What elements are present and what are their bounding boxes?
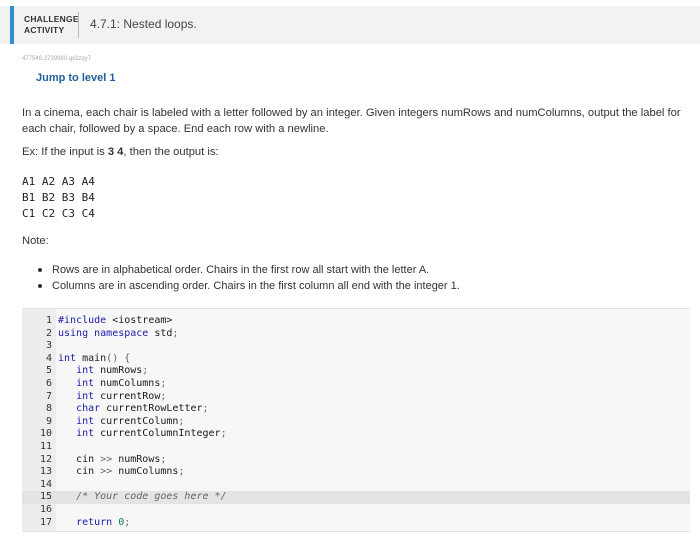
line-number: 13 bbox=[39, 466, 52, 478]
example-text: Ex: If the input is 3 4, then the output… bbox=[22, 146, 219, 158]
challenge-activity-label: CHALLENGE ACTIVITY bbox=[24, 14, 79, 36]
output-line: B1 B2 B3 B4 bbox=[22, 191, 95, 204]
code-line[interactable]: 16 bbox=[22, 504, 690, 517]
challenge-label-line2: ACTIVITY bbox=[24, 25, 65, 35]
code-line[interactable]: 11 bbox=[22, 441, 690, 454]
line-number: 4 bbox=[45, 352, 52, 364]
line-number: 14 bbox=[39, 478, 52, 490]
code-line[interactable]: 5 int numRows; bbox=[22, 365, 690, 378]
code-line[interactable]: 1 #include <iostream> bbox=[22, 315, 690, 328]
code-text: /* Your code goes here */ bbox=[76, 491, 227, 503]
code-line[interactable]: 8 char currentRowLetter; bbox=[22, 403, 690, 416]
line-number: 15 bbox=[22, 491, 52, 504]
code-text: int numRows; bbox=[76, 365, 149, 377]
example-suffix: , then the output is: bbox=[123, 146, 219, 158]
line-number: 3 bbox=[45, 340, 52, 352]
code-text: int currentColumn; bbox=[76, 415, 185, 427]
note-label: Note: bbox=[22, 235, 49, 247]
line-number: 8 bbox=[45, 403, 52, 415]
problem-description: In a cinema, each chair is labeled with … bbox=[22, 107, 681, 135]
code-line[interactable]: 4 int main() { bbox=[22, 353, 690, 366]
code-text: int currentRow; bbox=[76, 390, 167, 402]
code-text: int main() { bbox=[58, 352, 131, 364]
code-line[interactable]: 3 bbox=[22, 340, 690, 353]
code-line[interactable]: 7 int currentRow; bbox=[22, 391, 690, 404]
line-number: 5 bbox=[45, 365, 52, 377]
jump-to-level-link[interactable]: Jump to level 1 bbox=[36, 72, 115, 84]
code-text: int numColumns; bbox=[76, 377, 167, 389]
line-number: 10 bbox=[39, 428, 52, 440]
code-line[interactable]: 13 cin >> numColumns; bbox=[22, 466, 690, 479]
activity-id: 477546.2739980.qx3zqy7 bbox=[22, 56, 92, 62]
activity-title: 4.7.1: Nested loops. bbox=[90, 17, 197, 31]
code-line[interactable]: 9 int currentColumn; bbox=[22, 416, 690, 429]
output-line: A1 A2 A3 A4 bbox=[22, 175, 95, 188]
example-input: 3 4 bbox=[107, 146, 124, 158]
line-number: 16 bbox=[39, 503, 52, 515]
code-text: cin >> numRows; bbox=[58, 453, 167, 465]
code-text: cin >> numColumns; bbox=[58, 466, 185, 478]
output-line: C1 C2 C3 C4 bbox=[22, 207, 95, 220]
code-line[interactable]: 6 int numColumns; bbox=[22, 378, 690, 391]
challenge-header: CHALLENGE ACTIVITY 4.7.1: Nested loops. bbox=[0, 6, 700, 44]
line-number: 9 bbox=[45, 415, 52, 427]
code-line[interactable]: 14 bbox=[22, 479, 690, 492]
code-editor[interactable]: 1 #include <iostream> 2 using namespace std… bbox=[22, 308, 690, 532]
code-text: return 0; bbox=[76, 516, 131, 528]
line-number: 2 bbox=[45, 327, 52, 339]
line-number: 12 bbox=[39, 453, 52, 465]
example-prefix: Ex: If the input is bbox=[22, 146, 108, 158]
code-text: int currentColumnInteger; bbox=[76, 428, 227, 440]
code-line[interactable]: 15 /* Your code goes here */ bbox=[22, 491, 690, 504]
header-accent-bar bbox=[10, 6, 14, 44]
code-line[interactable]: 12 cin >> numRows; bbox=[22, 454, 690, 467]
code-text: #include <iostream> bbox=[58, 315, 173, 326]
code-line[interactable]: 10 int currentColumnInteger; bbox=[22, 428, 690, 441]
line-number: 6 bbox=[45, 377, 52, 389]
line-number: 7 bbox=[45, 390, 52, 402]
code-line[interactable]: 2 using namespace std; bbox=[22, 328, 690, 341]
notes-list: Rows are in alphabetical order. Chairs i… bbox=[36, 262, 460, 294]
line-number: 11 bbox=[39, 440, 52, 452]
note-item: Rows are in alphabetical order. Chairs i… bbox=[36, 262, 460, 278]
example-output: A1 A2 A3 A4 B1 B2 B3 B4 C1 C2 C3 C4 bbox=[22, 174, 95, 222]
header-divider bbox=[78, 12, 79, 38]
note-item: Columns are in ascending order. Chairs i… bbox=[36, 278, 460, 294]
line-number: 17 bbox=[39, 516, 52, 528]
code-text: char currentRowLetter; bbox=[76, 403, 209, 415]
challenge-label-line1: CHALLENGE bbox=[24, 14, 79, 24]
line-number: 1 bbox=[45, 315, 52, 326]
code-text: using namespace std; bbox=[58, 327, 179, 339]
code-line[interactable]: 17 return 0; bbox=[22, 517, 690, 530]
